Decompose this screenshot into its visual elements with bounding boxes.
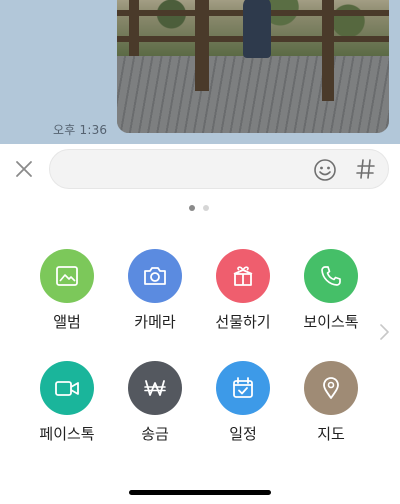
input-bar (0, 144, 400, 194)
menu-item-camera[interactable]: 카메라 (115, 249, 195, 339)
page-indicator (189, 205, 209, 211)
won-icon (128, 361, 182, 415)
phone-icon (304, 249, 358, 303)
chat-area: 오후 1:36 (0, 0, 400, 144)
hashtag-icon (356, 159, 375, 179)
person-figure (243, 0, 271, 58)
menu-label: 보이스톡 (303, 313, 359, 331)
album-icon (40, 249, 94, 303)
menu-item-voicetalk[interactable]: 보이스톡 (291, 249, 371, 339)
next-page-chevron-icon[interactable] (377, 322, 391, 342)
close-icon (16, 161, 32, 177)
menu-label: 선물하기 (215, 313, 271, 331)
calendar-icon (216, 361, 270, 415)
message-input[interactable] (49, 149, 389, 189)
emoji-icon (314, 159, 336, 181)
home-indicator[interactable] (129, 490, 271, 495)
page-dot-active[interactable] (189, 205, 195, 211)
menu-label: 일정 (229, 425, 257, 443)
menu-item-facetalk[interactable]: 페이스톡 (27, 361, 107, 451)
message-time: 오후 1:36 (53, 123, 108, 137)
menu-label: 페이스톡 (39, 425, 95, 443)
hashtag-button[interactable] (356, 155, 376, 183)
close-button[interactable] (13, 158, 35, 180)
page-dot[interactable] (203, 205, 209, 211)
emoji-button[interactable] (313, 158, 337, 182)
menu-item-gift[interactable]: 선물하기 (203, 249, 283, 339)
menu-item-schedule[interactable]: 일정 (203, 361, 283, 451)
menu-label: 앨범 (53, 313, 81, 331)
menu-label: 카메라 (134, 313, 176, 331)
menu-item-map[interactable]: 지도 (291, 361, 371, 451)
menu-label: 지도 (317, 425, 345, 443)
video-icon (40, 361, 94, 415)
menu-label: 송금 (141, 425, 169, 443)
photo-message[interactable] (117, 0, 389, 133)
menu-item-album[interactable]: 앨범 (27, 249, 107, 339)
camera-icon (128, 249, 182, 303)
map-pin-icon (304, 361, 358, 415)
menu-item-transfer[interactable]: 송금 (115, 361, 195, 451)
gift-icon (216, 249, 270, 303)
